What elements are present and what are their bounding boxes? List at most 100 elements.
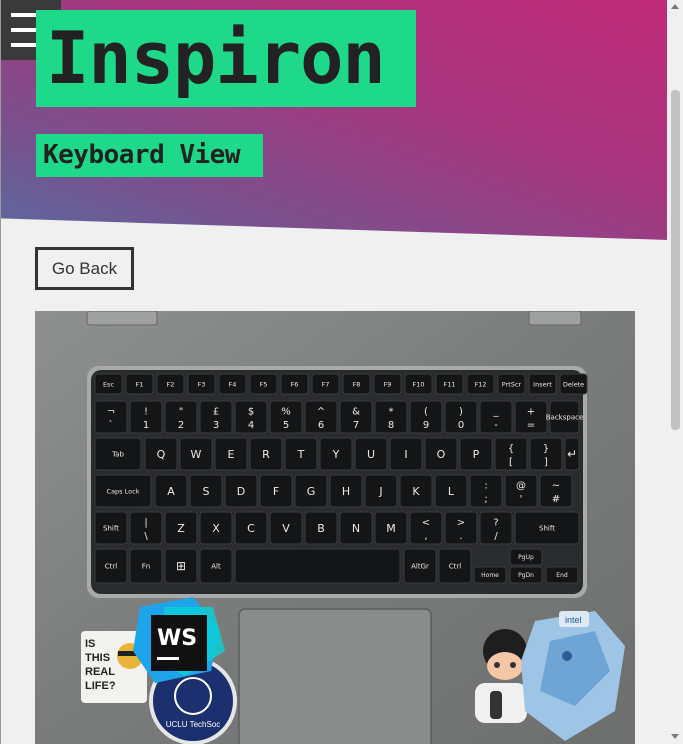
key-label: O — [437, 448, 446, 461]
key-label: Shift — [539, 524, 555, 532]
key-label: G — [307, 485, 316, 498]
key-label: . — [459, 531, 462, 542]
key-label: H — [342, 485, 350, 498]
key-label: _ — [493, 406, 500, 417]
key-label: Y — [332, 448, 340, 461]
key-label: W — [191, 448, 202, 461]
sticker-text-isthis: IS — [85, 638, 95, 650]
key-label: ] — [544, 457, 548, 468]
key-label: 1 — [143, 420, 149, 431]
go-back-button[interactable]: Go Back — [35, 247, 134, 290]
key-label: F6 — [291, 380, 299, 388]
key-label: } — [543, 443, 549, 454]
page-title: Inspiron — [46, 16, 386, 100]
key-label: F8 — [353, 380, 361, 388]
key-label: P — [473, 448, 480, 461]
key-label: 5 — [283, 420, 289, 431]
key-label: I — [404, 448, 407, 461]
key-label: F5 — [260, 380, 268, 388]
key-label: Alt — [211, 562, 221, 570]
key-label: & — [352, 406, 360, 417]
page-viewport: Inspiron Keyboard View Go Back Esc F1 F2 F 3… — [0, 0, 668, 744]
svg-text:THIS: THIS — [85, 652, 110, 664]
key-label: PgUp — [518, 554, 534, 561]
key-label: " — [179, 406, 184, 417]
key-label: F7 — [322, 380, 330, 388]
key-label: ⊞ — [176, 559, 186, 573]
key-label: X — [212, 522, 220, 535]
key-label: 0 — [458, 420, 464, 431]
key-label: ¬ — [107, 406, 115, 417]
scroll-down-arrow-icon[interactable] — [671, 734, 679, 739]
key-label: K — [412, 485, 420, 498]
key-label: 8 — [388, 420, 394, 431]
key-label: 7 — [353, 420, 359, 431]
key-label: > — [457, 517, 465, 528]
key-label: ? — [493, 517, 498, 528]
key-label: $ — [248, 406, 254, 417]
key-label: Insert — [533, 380, 552, 388]
sticker-text-ws: WS — [157, 626, 197, 651]
key-label: - — [494, 420, 498, 431]
key-label: R — [262, 448, 270, 461]
key-label: ) — [459, 406, 463, 417]
key-label: F12 — [474, 380, 486, 388]
key-label: ( — [424, 406, 428, 417]
key-label: A — [167, 485, 175, 498]
key-label: Tab — [111, 450, 124, 458]
key-label: * — [389, 406, 394, 417]
key-label: Ctrl — [105, 562, 118, 570]
key-label: 6 — [318, 420, 324, 431]
key-label: [ — [509, 457, 513, 468]
key-label: Fn — [142, 562, 150, 570]
key-label: 3 — [213, 420, 219, 431]
key-label: V — [282, 522, 290, 535]
key-label: Esc — [103, 380, 114, 388]
key-label: % — [281, 406, 291, 417]
key-label: ↵ — [567, 447, 577, 461]
key-label: F — [273, 485, 279, 498]
key-label: , — [424, 531, 427, 542]
key-label: @ — [516, 480, 526, 491]
keyboard-illustration: Esc F1 F2 F3 F4 F5 F6 F7 F8 F9 F10 F11 F12 PrtScr Inse… — [35, 311, 635, 744]
key-label: F2 — [167, 380, 175, 388]
key-label: E — [228, 448, 235, 461]
page-subtitle: Keyboard View — [43, 140, 241, 170]
key-label: PrtScr — [502, 380, 522, 388]
key-label: D — [237, 485, 245, 498]
key-label: ; — [484, 494, 487, 505]
key-label: PgDn — [518, 572, 534, 579]
key-label: { — [508, 443, 514, 454]
svg-text:REAL: REAL — [85, 666, 115, 678]
key-label: £ — [213, 406, 219, 417]
key-label: J — [378, 485, 382, 498]
key-label: ~ — [552, 480, 560, 491]
key-label: ' — [520, 494, 523, 505]
key-label: F11 — [443, 380, 455, 388]
vertical-scrollbar[interactable] — [667, 0, 683, 744]
key-label: N — [352, 522, 360, 535]
key-label: Q — [157, 448, 166, 461]
key-label: ! — [144, 406, 148, 417]
key-label: F1 — [136, 380, 144, 388]
key-label: Caps Lock — [107, 487, 140, 495]
key-label: C — [247, 522, 255, 535]
key-label: F9 — [384, 380, 392, 388]
sticker-text-intel: intel — [565, 615, 582, 625]
key-label: Delete — [563, 380, 584, 388]
keyboard-key — [234, 548, 401, 584]
key-label: = — [527, 420, 535, 431]
key-label: < — [422, 517, 430, 528]
key-label: L — [448, 485, 455, 498]
scroll-thumb[interactable] — [671, 90, 680, 430]
key-label: Z — [177, 522, 185, 535]
key-label: Ctrl — [449, 562, 462, 570]
scroll-up-arrow-icon[interactable] — [671, 4, 679, 9]
key-label: | — [144, 517, 147, 528]
key-label: Home — [481, 572, 499, 579]
key-label: # — [552, 494, 560, 505]
key-label: ` — [109, 419, 114, 431]
key-label: U — [367, 448, 375, 461]
key-label: ^ — [317, 406, 325, 417]
key-label: F4 — [229, 380, 237, 388]
